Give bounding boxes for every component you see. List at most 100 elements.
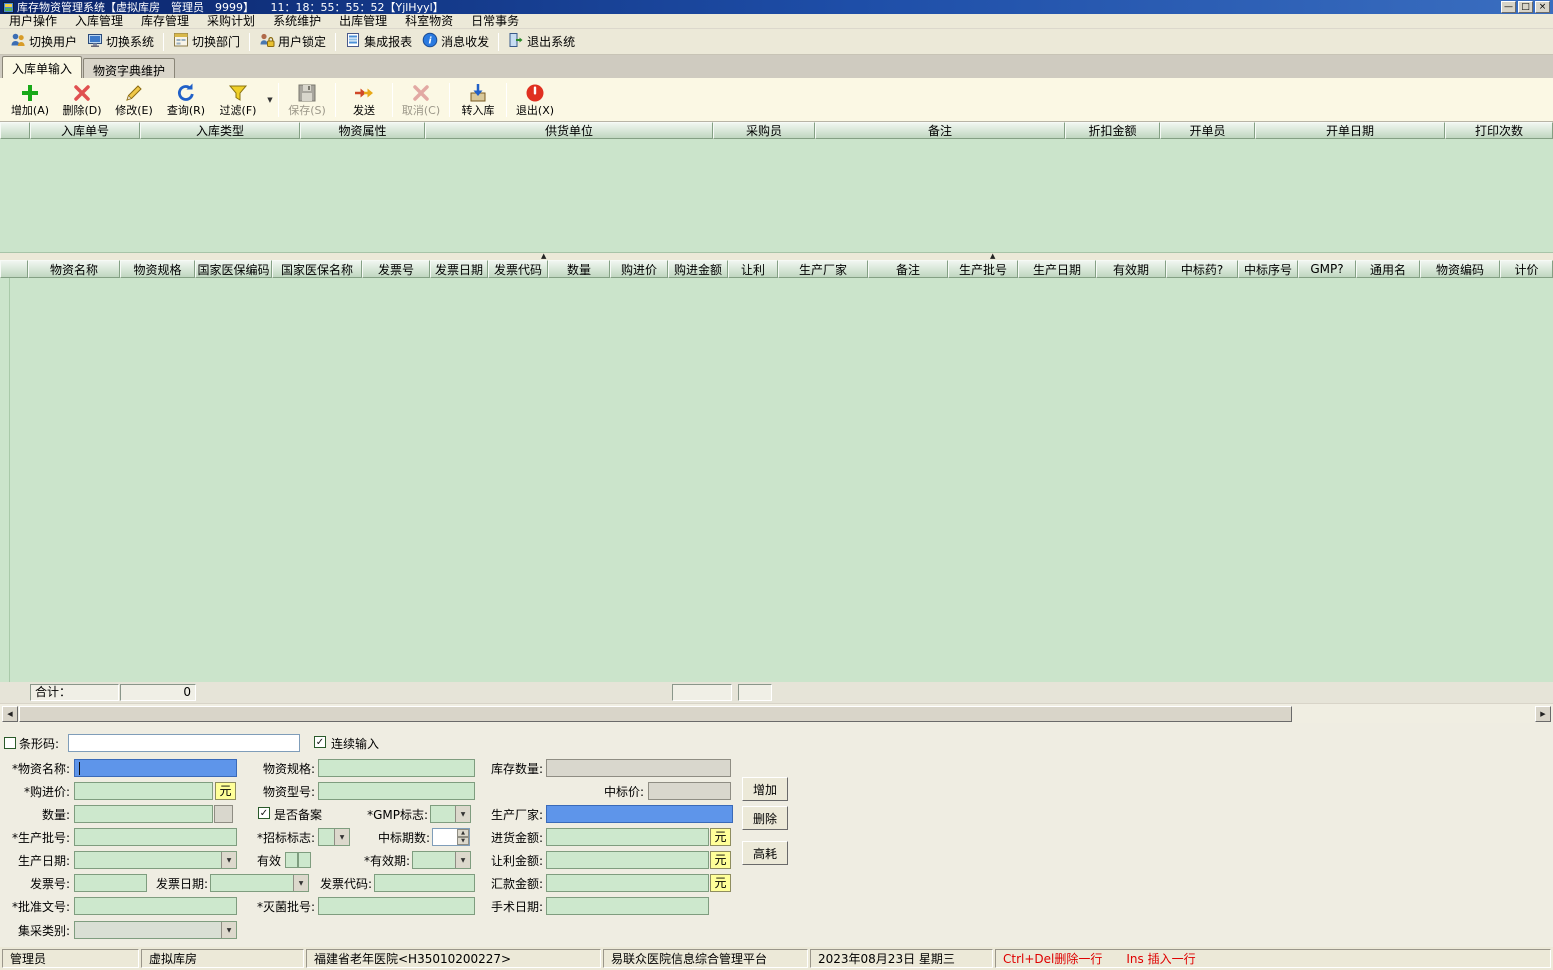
chevron-down-icon[interactable]: ▼	[334, 829, 349, 845]
form-delete-button[interactable]: 删除	[742, 806, 788, 830]
material-name-input[interactable]	[74, 759, 237, 777]
chevron-down-icon[interactable]: ▼	[293, 875, 308, 891]
detail-column-header[interactable]: 国家医保名称	[272, 260, 362, 278]
master-column-header[interactable]: 开单员	[1160, 122, 1255, 139]
invoice-date-select[interactable]: ▼	[210, 874, 309, 892]
stepper-down-icon[interactable]: ▼	[457, 837, 469, 845]
form-high-consumable-button[interactable]: 高耗	[742, 841, 788, 865]
master-column-header[interactable]: 供货单位	[425, 122, 713, 139]
form-add-button[interactable]: 增加	[742, 777, 788, 801]
tab-1[interactable]: 入库单输入	[2, 56, 83, 78]
scroll-left-icon[interactable]: ◀	[2, 706, 18, 722]
detail-column-header[interactable]: 发票日期	[430, 260, 488, 278]
detail-column-header[interactable]: 有效期	[1096, 260, 1166, 278]
toolbar-button-switch-system[interactable]: 切换系统	[82, 30, 159, 53]
action-filter-button[interactable]: 过滤(F)	[212, 79, 264, 121]
master-grid-body[interactable]	[0, 139, 1553, 253]
horizontal-scrollbar[interactable]: ◀ ▶	[0, 703, 1553, 723]
menu-item-3[interactable]: 库存管理	[132, 14, 198, 29]
menu-item-8[interactable]: 日常事务	[462, 14, 528, 29]
action-add-button[interactable]: 增加(A)	[4, 79, 56, 121]
action-quit-button[interactable]: 退出(X)	[509, 79, 561, 121]
master-column-header[interactable]: 入库类型	[140, 122, 300, 139]
detail-column-header[interactable]: 购进金额	[668, 260, 728, 278]
detail-column-header[interactable]: 数量	[548, 260, 610, 278]
toolbar-button-integrated-report[interactable]: 集成报表	[340, 30, 417, 53]
chevron-down-icon[interactable]: ▼	[455, 852, 470, 868]
master-column-header[interactable]: 采购员	[713, 122, 815, 139]
close-button[interactable]: ×	[1535, 1, 1550, 13]
action-edit-button[interactable]: 修改(E)	[108, 79, 160, 121]
production-batch-input[interactable]	[74, 828, 237, 846]
menu-item-2[interactable]: 入库管理	[66, 14, 132, 29]
detail-column-header[interactable]: 物资编码	[1420, 260, 1500, 278]
production-date-select[interactable]: ▼	[74, 851, 237, 869]
invoice-code-input[interactable]	[374, 874, 475, 892]
detail-column-header[interactable]: 计价	[1500, 260, 1553, 278]
collect-category-select[interactable]: ▼	[74, 921, 237, 939]
detail-column-header[interactable]: 发票代码	[488, 260, 548, 278]
chevron-down-icon[interactable]: ▼	[221, 852, 236, 868]
is-filed-checkbox[interactable]	[258, 807, 270, 819]
chevron-down-icon[interactable]: ▼	[221, 922, 236, 938]
chevron-down-icon[interactable]: ▼	[455, 806, 470, 822]
continuous-input-checkbox[interactable]	[314, 736, 326, 748]
master-column-header[interactable]: 入库单号	[30, 122, 140, 139]
action-send-button[interactable]: 发送	[338, 79, 390, 121]
detail-column-header[interactable]: 物资名称	[28, 260, 120, 278]
detail-column-header[interactable]: 备注	[868, 260, 948, 278]
gmp-flag-select[interactable]: ▼	[430, 805, 471, 823]
detail-column-header[interactable]: 生产批号	[948, 260, 1018, 278]
bid-period-stepper[interactable]: ▲ ▼	[432, 828, 470, 846]
detail-column-header[interactable]: 通用名	[1356, 260, 1420, 278]
action-transfer-button[interactable]: 转入库	[452, 79, 504, 121]
menu-item-7[interactable]: 科室物资	[396, 14, 462, 29]
filter-dropdown-arrow-icon[interactable]: ▼	[264, 80, 276, 120]
tab-2[interactable]: 物资字典维护	[83, 58, 176, 78]
detail-column-header[interactable]: GMP?	[1298, 260, 1356, 278]
detail-column-header[interactable]: 让利	[728, 260, 778, 278]
material-spec-input[interactable]	[318, 759, 475, 777]
menu-item-4[interactable]: 采购计划	[198, 14, 264, 29]
detail-column-header[interactable]: 发票号	[362, 260, 430, 278]
purchase-price-input[interactable]	[74, 782, 213, 800]
detail-column-header[interactable]: 中标药?	[1166, 260, 1238, 278]
barcode-input[interactable]	[68, 734, 300, 752]
detail-column-header[interactable]: 生产日期	[1018, 260, 1096, 278]
detail-grid-body[interactable]	[0, 278, 1553, 682]
approval-no-input[interactable]	[74, 897, 237, 915]
toolbar-button-exit-system[interactable]: 退出系统	[503, 30, 580, 53]
detail-column-header[interactable]: 物资规格	[120, 260, 195, 278]
sterilization-batch-input[interactable]	[318, 897, 475, 915]
toolbar-button-switch-user[interactable]: 切换用户	[5, 30, 82, 53]
master-column-header[interactable]: 打印次数	[1445, 122, 1553, 139]
action-query-button[interactable]: 查询(R)	[160, 79, 212, 121]
master-column-header[interactable]: 备注	[815, 122, 1065, 139]
barcode-checkbox[interactable]	[4, 737, 16, 749]
material-model-input[interactable]	[318, 782, 475, 800]
bid-flag-select[interactable]: ▼	[318, 828, 350, 846]
detail-column-header[interactable]: 购进价	[610, 260, 668, 278]
maximize-button[interactable]: □	[1518, 1, 1533, 13]
purchase-amount-input[interactable]	[546, 828, 709, 846]
master-column-header[interactable]: 物资属性	[300, 122, 425, 139]
valid-input-2[interactable]	[298, 852, 311, 868]
toolbar-button-user-lock[interactable]: 用户锁定	[254, 30, 331, 53]
expiry-date-select[interactable]: ▼	[412, 851, 471, 869]
detail-column-header[interactable]: 生产厂家	[778, 260, 868, 278]
detail-column-header[interactable]: 国家医保编码	[195, 260, 272, 278]
valid-input-1[interactable]	[285, 852, 298, 868]
manufacturer-input[interactable]	[546, 805, 733, 823]
action-delete-button[interactable]: 删除(D)	[56, 79, 108, 121]
master-column-header[interactable]: 折扣金额	[1065, 122, 1160, 139]
menu-item-5[interactable]: 系统维护	[264, 14, 330, 29]
detail-column-header[interactable]: 中标序号	[1238, 260, 1298, 278]
menu-item-1[interactable]: 用户操作	[0, 14, 66, 29]
remittance-amount-input[interactable]	[546, 874, 709, 892]
scrollbar-thumb[interactable]	[19, 706, 1292, 722]
stepper-up-icon[interactable]: ▲	[457, 829, 469, 837]
minimize-button[interactable]: —	[1501, 1, 1516, 13]
quantity-input[interactable]	[74, 805, 213, 823]
toolbar-button-message[interactable]: i 消息收发	[417, 30, 494, 53]
toolbar-button-switch-department[interactable]: 切换部门	[168, 30, 245, 53]
